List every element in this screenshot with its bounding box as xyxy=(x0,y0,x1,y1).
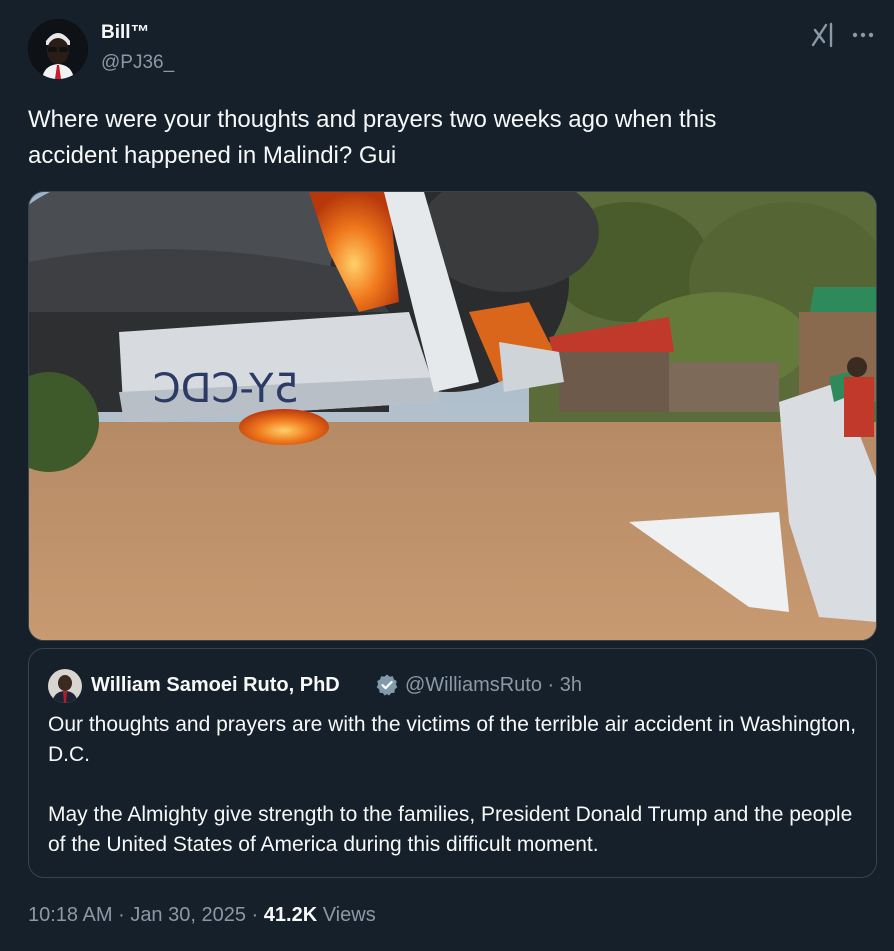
grok-icon[interactable] xyxy=(808,20,838,50)
plane-registration: 5Y-CDC xyxy=(153,366,299,412)
more-icon[interactable] xyxy=(848,22,878,48)
author-handle[interactable]: @PJ36_ xyxy=(101,52,174,74)
quoted-tweet[interactable]: William Samoei Ruto, PhD @WilliamsRuto ·… xyxy=(28,648,877,878)
quoted-tweet-paragraph: Our thoughts and prayers are with the vi… xyxy=(48,713,857,766)
quoted-author-avatar[interactable] xyxy=(48,669,82,703)
quoted-tweet-text: Our thoughts and prayers are with the vi… xyxy=(48,710,858,860)
quoted-tweet-time[interactable]: 3h xyxy=(560,674,582,696)
tweet-text-line: accident happened in Malindi? Gui xyxy=(28,142,397,169)
separator-dot: · xyxy=(547,674,555,696)
author-avatar[interactable] xyxy=(28,19,88,79)
tweet-date[interactable]: Jan 30, 2025 xyxy=(130,904,246,926)
quoted-author-handle-line: @WilliamsRuto · 3h xyxy=(405,674,582,697)
tweet-media-image[interactable]: 5Y-CDC xyxy=(28,191,877,641)
views-label: Views xyxy=(322,904,376,926)
verified-badge-icon xyxy=(375,673,399,697)
tweet-text: Where were your thoughts and prayers two… xyxy=(28,102,868,174)
author-name[interactable]: Bill™ xyxy=(101,22,150,44)
tweet-meta: 10:18 AM · Jan 30, 2025 · 41.2K Views xyxy=(28,904,376,927)
separator-dot: · xyxy=(118,904,125,926)
tweet-time[interactable]: 10:18 AM xyxy=(28,904,113,926)
tweet: Bill™ @PJ36_ Where were your thoughts an… xyxy=(0,0,894,951)
separator-dot: · xyxy=(251,904,259,926)
tweet-text-line: Where were your thoughts and prayers two… xyxy=(28,106,717,133)
quoted-author-name[interactable]: William Samoei Ruto, PhD xyxy=(91,674,340,697)
views-count[interactable]: 41.2K xyxy=(264,904,317,926)
quoted-author-handle[interactable]: @WilliamsRuto xyxy=(405,674,542,696)
quoted-tweet-paragraph: May the Almighty give strength to the fa… xyxy=(48,803,853,856)
